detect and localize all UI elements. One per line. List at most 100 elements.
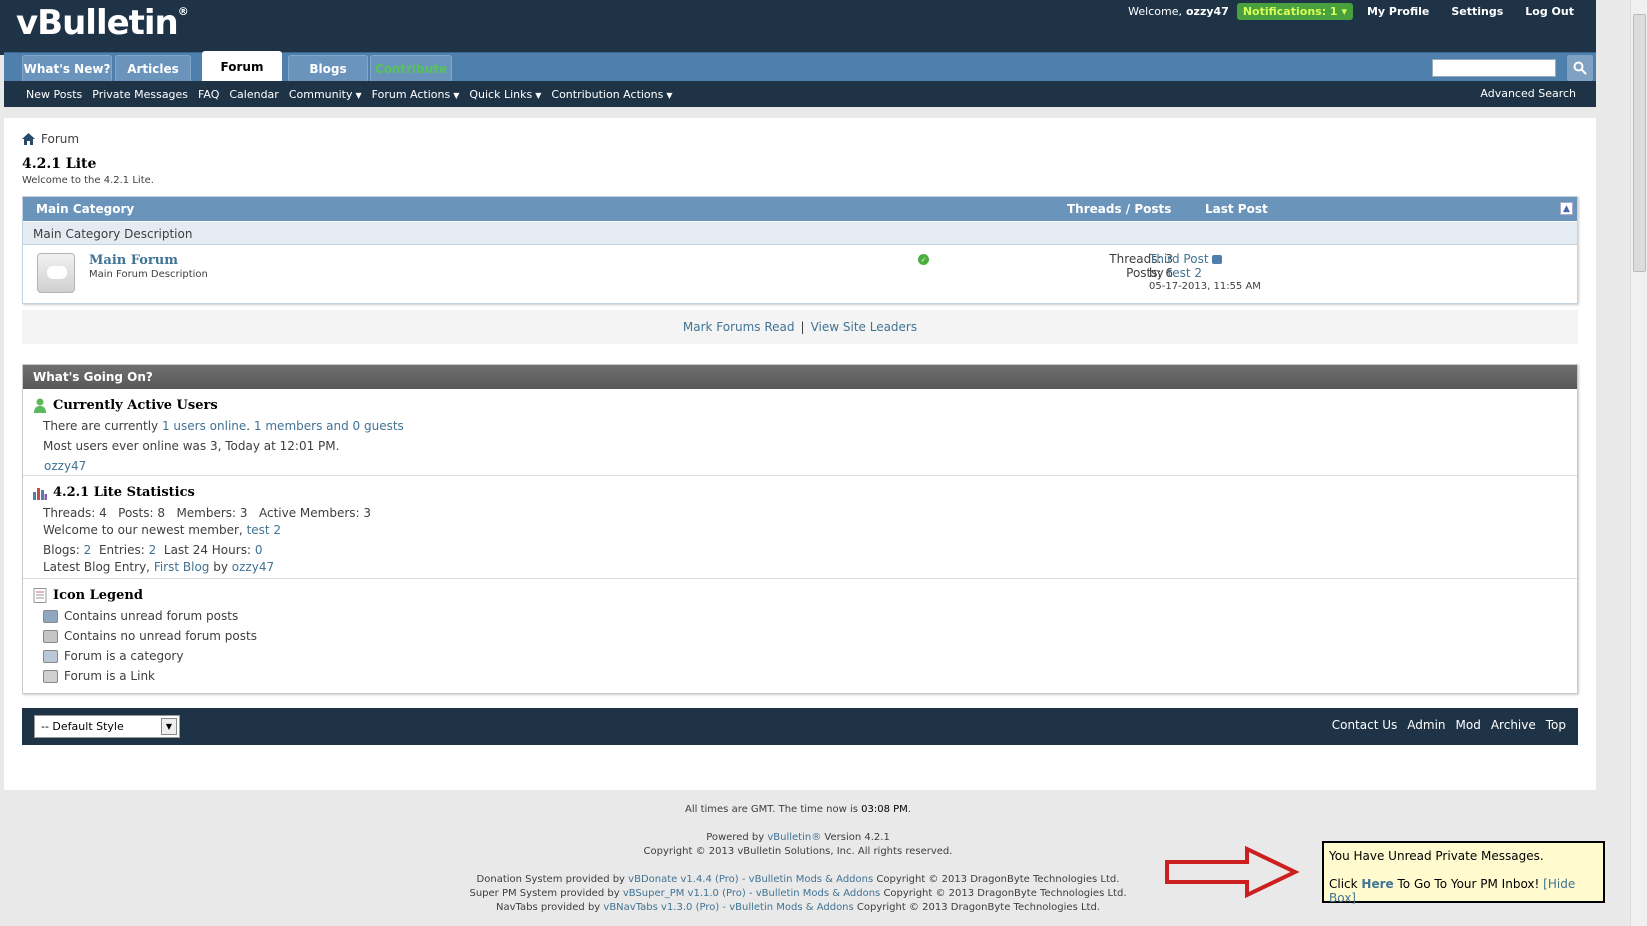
nav-tabs-bar: What's New? Articles Forum Blogs Contrib… xyxy=(4,51,1596,82)
subnav-label: New Posts xyxy=(26,87,83,101)
welcome-username[interactable]: ozzy47 xyxy=(1186,5,1229,18)
vbnavtabs-link[interactable]: vBNavTabs v1.3.0 (Pro) - vBulletin Mods … xyxy=(603,902,853,913)
vertical-scrollbar[interactable] xyxy=(1630,0,1647,926)
tab-blogs[interactable]: Blogs xyxy=(288,55,368,82)
top-links: Welcome, ozzy47 Notifications: 1 ▾ My Pro… xyxy=(1128,0,1596,22)
log-out-link[interactable]: Log Out xyxy=(1525,5,1574,18)
breadcrumb: Forum xyxy=(22,132,79,146)
style-selector[interactable]: -- Default Style ▼ xyxy=(34,715,180,738)
subnav-faq[interactable]: FAQ xyxy=(198,88,219,101)
user-icon xyxy=(34,398,46,413)
settings-link[interactable]: Settings xyxy=(1451,5,1503,18)
notifications-dropdown[interactable]: Notifications: 1 ▾ xyxy=(1236,2,1353,20)
time-line: All times are GMT. The time now is 03:08… xyxy=(0,803,1596,817)
contact-us-link[interactable]: Contact Us xyxy=(1332,718,1398,732)
mod-link[interactable]: Mod xyxy=(1456,718,1481,732)
time-prefix: All times are GMT. The time now is xyxy=(685,804,858,815)
whats-going-on-block: What's Going On? Currently Active Users … xyxy=(22,364,1578,694)
latest-blog-prefix: Latest Blog Entry, xyxy=(43,560,150,574)
subnav-contribution-actions[interactable]: Contribution Actions ▼ xyxy=(551,88,672,101)
scrollbar-thumb[interactable] xyxy=(1633,14,1646,272)
bar-chart-icon xyxy=(33,488,47,500)
donation-prefix: Donation System provided by xyxy=(476,874,625,885)
superpm-prefix: Super PM System provided by xyxy=(469,888,620,899)
search-button[interactable] xyxy=(1567,55,1593,81)
users-online-link[interactable]: 1 users online xyxy=(162,419,246,433)
subnav-new-posts[interactable]: New Posts xyxy=(26,88,82,101)
collapse-icon[interactable]: ▲ xyxy=(1560,202,1573,215)
mark-forums-read-link[interactable]: Mark Forums Read xyxy=(683,320,795,334)
vbsuperpm-link[interactable]: vBSuper_PM v1.1.0 (Pro) - vBulletin Mods… xyxy=(623,888,880,899)
subnav-label: Community xyxy=(288,87,353,101)
stats-counts-line: Threads: 4 Posts: 8 Members: 3 Active Me… xyxy=(43,506,372,520)
blog-stats-line: Blogs: 2 Entries: 2 Last 24 Hours: 0 xyxy=(43,542,1577,559)
icon-legend-title-text: Icon Legend xyxy=(53,587,143,603)
view-site-leaders-link[interactable]: View Site Leaders xyxy=(811,320,918,334)
admin-link[interactable]: Admin xyxy=(1407,718,1445,732)
tab-whats-new[interactable]: What's New? xyxy=(22,55,112,82)
tab-forum[interactable]: Forum xyxy=(202,51,282,82)
unread-forum-icon xyxy=(43,609,58,623)
site-header: vBulletin® Welcome, ozzy47 Notifications:… xyxy=(0,0,1596,55)
icon-legend-title: Icon Legend xyxy=(33,584,1577,606)
archive-link[interactable]: Archive xyxy=(1491,718,1536,732)
notifications-label: Notifications: 1 xyxy=(1242,4,1338,18)
legend-item: Forum is a category xyxy=(43,646,1577,666)
powered-suffix: Version 4.2.1 xyxy=(824,832,890,843)
caret-down-icon: ▼ xyxy=(666,90,673,100)
most-users-line: Most users ever online was 3, Today at 1… xyxy=(43,439,340,453)
subnav-calendar[interactable]: Calendar xyxy=(229,88,278,101)
go-to-last-post-icon[interactable] xyxy=(1211,255,1222,264)
advanced-search-link[interactable]: Advanced Search xyxy=(1480,87,1576,100)
active-users-title: Currently Active Users xyxy=(34,394,1577,416)
online-user-list: ozzy47 xyxy=(44,458,1577,475)
entries-count-link[interactable]: 2 xyxy=(149,543,157,557)
main-content: Forum 4.2.1 Lite Welcome to the 4.2.1 Li… xyxy=(4,118,1596,790)
subnav-label: Calendar xyxy=(229,87,279,101)
latest-blog-line: Latest Blog Entry, First Blog by ozzy47 xyxy=(43,559,1577,576)
online-user-link[interactable]: ozzy47 xyxy=(44,459,86,473)
forum-row: Main Forum Main Forum Description ✓ Thre… xyxy=(23,245,1577,303)
vbdonate-link[interactable]: vBDonate v1.4.4 (Pro) - vBulletin Mods &… xyxy=(628,874,873,885)
vbulletin-logo[interactable]: vBulletin® xyxy=(16,3,189,43)
users-online-dot: . xyxy=(246,419,251,433)
pm-inbox-link[interactable]: Here xyxy=(1361,877,1393,891)
welcome-label: Welcome, xyxy=(1128,4,1182,18)
top-link[interactable]: Top xyxy=(1546,718,1566,732)
subnav-private-messages[interactable]: Private Messages xyxy=(92,88,188,101)
legend-item: Contains no unread forum posts xyxy=(43,626,1577,646)
pm-notice-title: You Have Unread Private Messages. xyxy=(1329,849,1544,863)
last24-count-link[interactable]: 0 xyxy=(255,543,263,557)
caret-down-icon: ▼ xyxy=(535,90,542,100)
newest-member-link[interactable]: test 2 xyxy=(247,523,282,537)
category-title[interactable]: Main Category xyxy=(36,202,134,216)
last-post-link[interactable]: Third Post xyxy=(1149,252,1209,266)
forum-name-link[interactable]: Main Forum xyxy=(89,253,178,268)
document-icon xyxy=(33,588,47,603)
tab-contribute[interactable]: Contribute xyxy=(370,55,452,82)
donation-suffix: Copyright © 2013 DragonByte Technologies… xyxy=(876,874,1120,885)
members-guests-link[interactable]: 1 members and 0 guests xyxy=(254,419,404,433)
last24-label: Last 24 Hours: xyxy=(163,543,251,557)
latest-blog-user-link[interactable]: ozzy47 xyxy=(232,560,274,574)
subnav-community[interactable]: Community ▼ xyxy=(289,88,362,101)
wgo-header[interactable]: What's Going On? xyxy=(23,365,1577,389)
pm-click-text: Click xyxy=(1329,877,1358,891)
last-post-user-link[interactable]: test 2 xyxy=(1168,266,1203,280)
subnav-forum-actions[interactable]: Forum Actions ▼ xyxy=(372,88,460,101)
footer-links: Contact Us Admin Mod Archive Top xyxy=(1322,718,1566,732)
caret-down-icon: ▼ xyxy=(453,90,460,100)
powered-prefix: Powered by xyxy=(706,832,765,843)
blogs-count-link[interactable]: 2 xyxy=(84,543,92,557)
style-selector-value: -- Default Style xyxy=(41,720,124,733)
latest-blog-link[interactable]: First Blog xyxy=(154,560,210,574)
home-icon[interactable] xyxy=(22,133,35,145)
pm-rest-text: To Go To Your PM Inbox! xyxy=(1397,877,1540,891)
my-profile-link[interactable]: My Profile xyxy=(1367,5,1429,18)
vbulletin-link[interactable]: vBulletin® xyxy=(767,832,821,843)
search-input[interactable] xyxy=(1432,59,1556,77)
subnav-quick-links[interactable]: Quick Links ▼ xyxy=(469,88,541,101)
tab-articles[interactable]: Articles xyxy=(115,55,191,82)
newest-member-line: Welcome to our newest member, test 2 xyxy=(43,522,1577,539)
